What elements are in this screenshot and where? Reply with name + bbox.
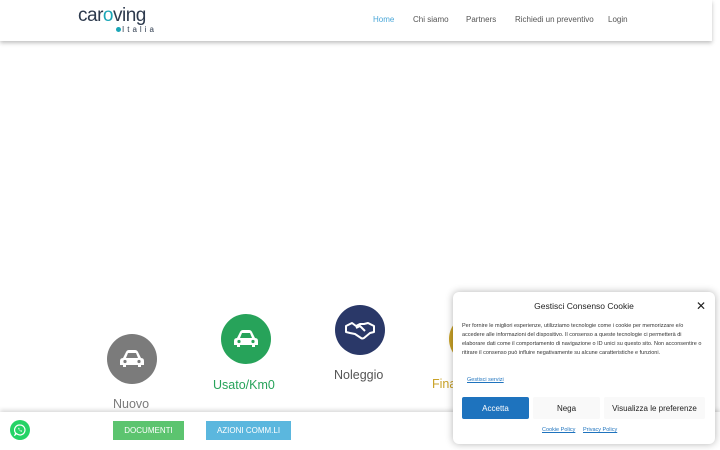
cookie-policy-link[interactable]: Cookie Policy — [542, 427, 575, 433]
nav-richiedi-preventivo[interactable]: Richiedi un preventivo — [515, 15, 594, 24]
service-label-noleggio: Noleggio — [334, 368, 384, 382]
nav-chi-siamo[interactable]: Chi siamo — [413, 15, 449, 24]
car-icon — [107, 334, 157, 384]
nav-login[interactable]: Login — [608, 15, 628, 24]
car-icon — [221, 314, 271, 364]
manage-services-link[interactable]: Gestisci servizi — [467, 377, 504, 383]
service-noleggio[interactable] — [335, 305, 385, 355]
documents-button[interactable]: DOCUMENTI — [113, 421, 184, 440]
commercial-actions-button[interactable]: AZIONI COMM.LI — [206, 421, 291, 440]
service-label-nuovo: Nuovo — [113, 397, 150, 411]
service-usato[interactable] — [221, 314, 271, 364]
logo-subtitle: Italia — [116, 25, 157, 34]
service-nuovo[interactable] — [107, 334, 157, 384]
nav-partners[interactable]: Partners — [466, 15, 496, 24]
cookie-description: Per fornire le migliori esperienze, util… — [462, 323, 702, 356]
handshake-icon — [335, 305, 385, 355]
view-preferences-button[interactable]: Visualizza le preferenze — [604, 397, 705, 419]
carmoving-logo[interactable]: caroving Italia — [78, 5, 168, 37]
deny-button[interactable]: Nega — [533, 397, 600, 419]
service-label-usato: Usato/Km0 — [213, 378, 275, 392]
privacy-policy-link[interactable]: Privacy Policy — [583, 427, 617, 433]
cookie-consent-dialog: Gestisci Consenso Cookie ✕ Per fornire l… — [453, 292, 715, 444]
close-icon[interactable]: ✕ — [696, 299, 706, 313]
logo-wordmark: caroving — [78, 5, 146, 26]
cookie-title: Gestisci Consenso Cookie — [534, 301, 634, 311]
site-header: caroving Italia Home Chi siamo Partners … — [0, 0, 712, 41]
nav-home[interactable]: Home — [373, 15, 394, 24]
accept-button[interactable]: Accetta — [462, 397, 529, 419]
whatsapp-icon[interactable] — [10, 420, 30, 440]
